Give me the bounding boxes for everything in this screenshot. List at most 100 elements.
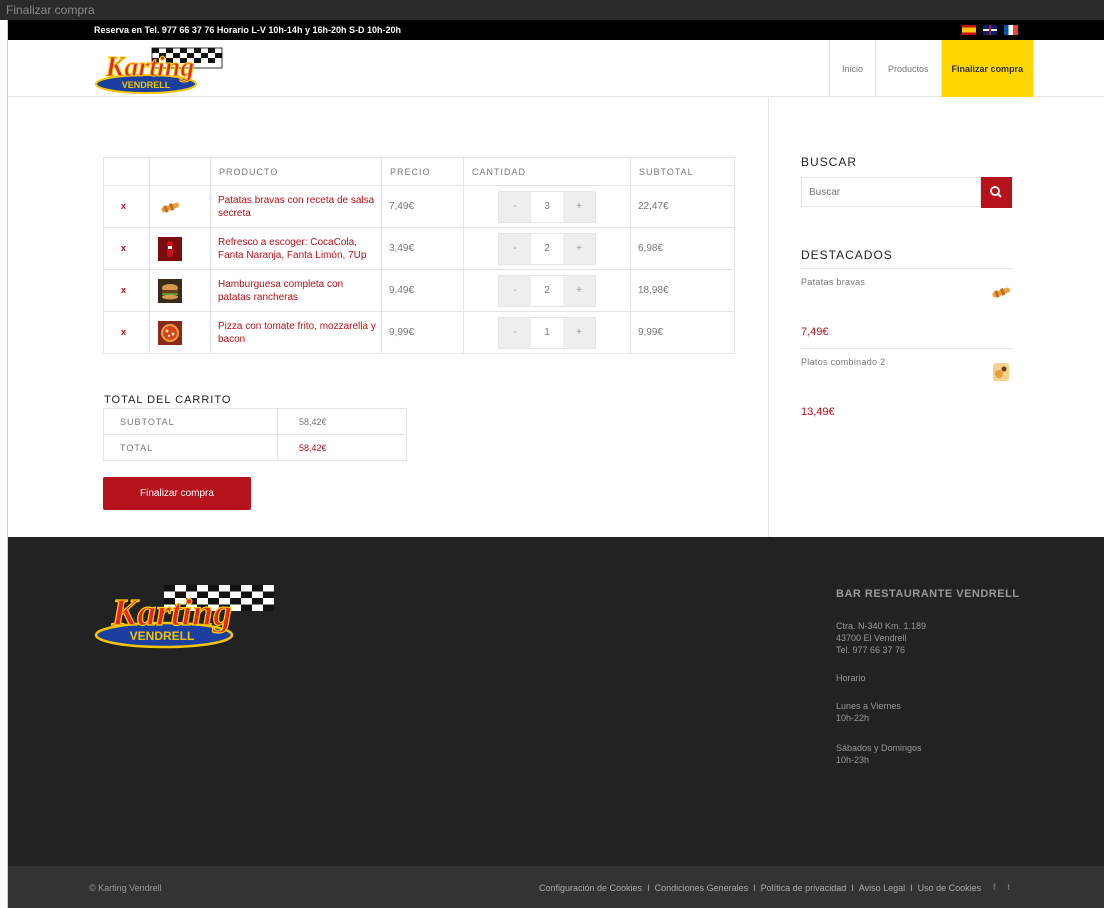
pizza-thumbnail[interactable] [158, 320, 182, 345]
price-cell: 7,49€ [381, 185, 464, 228]
totals-row-total: TOTAL 58,42€ [103, 434, 407, 461]
quantity-minus-button[interactable]: - [499, 233, 531, 264]
cart-table: PRODUCTO PRECIO CANTIDAD SUBTOTAL x Pata… [103, 157, 735, 354]
search-title: BUSCAR [801, 155, 858, 169]
subtotal-value: 58,42€ [277, 408, 407, 435]
price-cell: 9,99€ [381, 311, 464, 354]
header-quantity: CANTIDAD [463, 157, 631, 186]
featured-title: DESTACADOS [801, 248, 893, 262]
cart-content: PRODUCTO PRECIO CANTIDAD SUBTOTAL x Pata… [8, 97, 769, 537]
facebook-icon[interactable]: f [993, 882, 996, 892]
footer-schedule-label: Horario [836, 673, 866, 683]
product-link[interactable]: Refresco a escoger: CocaCola, Fanta Nara… [218, 236, 376, 262]
karting-vendrell-logo[interactable]: VENDRELL Karting [94, 46, 230, 94]
featured-item[interactable]: Platos combinado 2 13,49€ [801, 348, 1013, 428]
flag-uk-icon[interactable] [983, 25, 997, 35]
subtotal-cell: 22,47€ [630, 185, 735, 228]
quantity-plus-button[interactable]: + [563, 317, 595, 348]
link-separator: I [851, 883, 854, 893]
nav-finalizar-compra[interactable]: Finalizar compra [940, 40, 1035, 97]
quantity-minus-button[interactable]: - [499, 275, 531, 306]
patatas-bravas-thumbnail[interactable] [158, 195, 182, 219]
quantity-minus-button[interactable]: - [499, 317, 531, 348]
search-input[interactable] [801, 177, 981, 207]
link-separator: I [647, 883, 650, 893]
link-cookie-use[interactable]: Uso de Cookies [918, 883, 982, 893]
subtotal-cell: 6,98€ [630, 227, 735, 270]
header-subtotal: SUBTOTAL [630, 157, 735, 186]
footer-title: BAR RESTAURANTE VENDRELL [836, 588, 1020, 600]
quantity-input[interactable]: 3 [531, 191, 563, 222]
quantity-plus-button[interactable]: + [563, 233, 595, 264]
total-label: TOTAL [103, 434, 278, 461]
footer-logo: VENDRELL Karting [94, 585, 274, 649]
table-row: x Hamburguesa completa con patatas ranch… [103, 269, 735, 312]
header-price: PRECIO [381, 157, 464, 186]
featured-item-price: 13,49€ [801, 406, 835, 418]
featured-item-thumbnail[interactable] [989, 361, 1013, 383]
flag-es-icon[interactable] [962, 25, 976, 35]
link-cookies-config[interactable]: Configuración de Cookies [539, 883, 642, 893]
quantity-input[interactable]: 2 [531, 233, 563, 264]
footer-weekend: Sábados y Domingos 10h-23h [836, 743, 922, 765]
header-product: PRODUCTO [210, 157, 382, 186]
table-row: x Refresco a escoger: CocaCola, Fanta Na… [103, 227, 735, 270]
reservation-info: Reserva en Tel. 977 66 37 76 Horario L-V… [94, 25, 401, 35]
product-link[interactable]: Hamburguesa completa con patatas rancher… [218, 278, 376, 304]
quantity-stepper: - 2 + [498, 274, 596, 307]
featured-item[interactable]: Patatas bravas 7,49€ [801, 268, 1013, 348]
link-separator: I [910, 883, 913, 893]
link-separator: I [753, 883, 756, 893]
product-link[interactable]: Patatas bravas con receta de salsa secre… [218, 194, 376, 220]
top-info-bar: Reserva en Tel. 977 66 37 76 Horario L-V… [8, 20, 1104, 40]
site-header: VENDRELL Karting Inicio Productos Finali… [8, 40, 1104, 97]
quantity-plus-button[interactable]: + [563, 275, 595, 306]
footer-address: Ctra. N-340 Km. 1.189 43700 El Vendrell … [836, 621, 927, 655]
flag-fr-icon[interactable] [1004, 25, 1018, 35]
search-icon [990, 186, 1002, 198]
featured-item-name[interactable]: Patatas bravas [801, 269, 1013, 287]
cart-totals-table: SUBTOTAL 58,42€ TOTAL 58,42€ [103, 408, 407, 461]
twitter-icon[interactable]: t [1008, 882, 1011, 892]
total-value: 58,42€ [277, 434, 407, 461]
quantity-stepper: - 1 + [498, 316, 596, 349]
quantity-stepper: - 2 + [498, 232, 596, 265]
subtotal-cell: 18,98€ [630, 269, 735, 312]
copyright: © Karting Vendrell [89, 883, 162, 893]
featured-item-price: 7,49€ [801, 326, 829, 338]
checkout-button[interactable]: Finalizar compra [103, 477, 251, 510]
featured-item-thumbnail[interactable] [989, 281, 1013, 303]
page-frame: Reserva en Tel. 977 66 37 76 Horario L-V… [7, 20, 1104, 908]
link-privacy[interactable]: Política de privacidad [761, 883, 847, 893]
quantity-stepper: - 3 + [498, 190, 596, 223]
quantity-minus-button[interactable]: - [499, 191, 531, 222]
table-row: x Patatas bravas con receta de salsa sec… [103, 185, 735, 228]
price-cell: 9,49€ [381, 269, 464, 312]
sidebar: BUSCAR DESTACADOS Patatas bravas 7,49€ P… [770, 97, 1104, 537]
link-conditions[interactable]: Condiciones Generales [655, 883, 749, 893]
remove-icon[interactable]: x [118, 243, 129, 254]
nav-productos[interactable]: Productos [875, 40, 941, 97]
quantity-input[interactable]: 2 [531, 275, 563, 306]
remove-icon[interactable]: x [118, 285, 129, 296]
featured-item-name[interactable]: Platos combinado 2 [801, 349, 1013, 367]
product-link[interactable]: Pizza con tomate frito, mozzarella y bac… [218, 320, 376, 346]
footer-weekdays: Lunes a Viernes 10h-22h [836, 701, 901, 723]
main-nav: Inicio Productos Finalizar compra [829, 40, 1035, 97]
search-button[interactable] [981, 177, 1012, 208]
table-row: x Pizza con tomate frito, mozzarella y b… [103, 311, 735, 354]
remove-icon[interactable]: x [118, 201, 129, 212]
subtotal-cell: 9,99€ [630, 311, 735, 354]
quantity-plus-button[interactable]: + [563, 191, 595, 222]
refresco-thumbnail[interactable] [158, 236, 182, 261]
hamburguesa-thumbnail[interactable] [158, 278, 182, 303]
remove-icon[interactable]: x [118, 327, 129, 338]
quantity-input[interactable]: 1 [531, 317, 563, 348]
header-remove [103, 157, 150, 186]
logo-main-text: Karting [105, 52, 195, 83]
link-legal[interactable]: Aviso Legal [859, 883, 905, 893]
site-footer: VENDRELL Karting BAR RESTAURANTE VENDREL… [8, 537, 1104, 866]
footer-links: Configuración de Cookies I Condiciones G… [539, 883, 981, 893]
cart-header-row: PRODUCTO PRECIO CANTIDAD SUBTOTAL [103, 157, 735, 186]
nav-inicio[interactable]: Inicio [829, 40, 875, 97]
